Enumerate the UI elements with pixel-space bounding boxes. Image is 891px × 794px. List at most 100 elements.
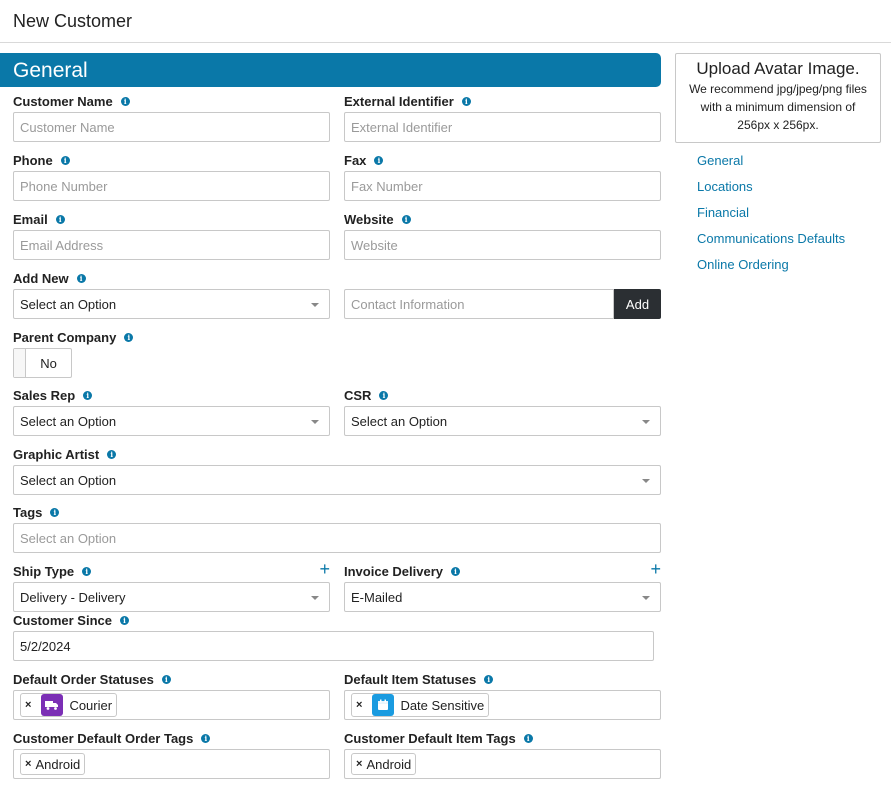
default-order-statuses-label: Default Order Statuses [13, 671, 154, 687]
upload-avatar-description: We recommend jpg/jpeg/png files with a m… [689, 82, 867, 132]
nav-link-locations[interactable]: Locations [697, 178, 845, 204]
tags-input[interactable]: Select an Option [13, 523, 661, 553]
default-order-statuses-field: Default Order Statuses i × Courier [13, 671, 330, 720]
upload-avatar-card[interactable]: Upload Avatar Image. We recommend jpg/jp… [675, 53, 881, 143]
customer-default-item-tags-label: Customer Default Item Tags [344, 730, 516, 746]
add-new-label: Add New [13, 270, 69, 286]
tags-label: Tags [13, 504, 43, 520]
nav-link-financial[interactable]: Financial [697, 204, 845, 230]
parent-company-toggle[interactable]: No [13, 348, 72, 378]
invoice-delivery-field: Invoice Delivery i + E-Mailed [344, 560, 661, 612]
customer-since-date-input[interactable]: 5/2/2024 [13, 631, 654, 661]
info-icon[interactable]: i [461, 96, 471, 106]
info-icon[interactable]: i [523, 733, 533, 743]
chevron-down-icon [642, 479, 650, 483]
chip-label: Courier [69, 697, 113, 713]
default-item-statuses-input[interactable]: × Date Sensitive [344, 690, 661, 720]
page-title: New Customer [13, 11, 133, 31]
ship-type-label: Ship Type [13, 563, 75, 579]
add-invoice-delivery-plus-icon[interactable]: + [650, 560, 661, 578]
graphic-artist-select[interactable]: Select an Option [13, 465, 661, 495]
add-new-field: Add New i Select an Option [13, 270, 330, 319]
add-contact-button[interactable]: Add [614, 289, 661, 319]
default-item-statuses-field: Default Item Statuses i × Date Sensitive [344, 671, 661, 720]
info-icon[interactable]: i [83, 390, 93, 400]
info-icon[interactable]: i [374, 155, 384, 165]
info-icon[interactable]: i [107, 449, 117, 459]
sales-rep-select[interactable]: Select an Option [13, 406, 330, 436]
fax-field: Fax i Fax Number [344, 152, 661, 201]
ship-type-select-value: Delivery - Delivery [20, 589, 126, 605]
graphic-artist-label: Graphic Artist [13, 446, 100, 462]
invoice-delivery-select-value: E-Mailed [351, 589, 403, 605]
csr-select[interactable]: Select an Option [344, 406, 661, 436]
info-icon[interactable]: i [120, 96, 130, 106]
info-icon[interactable]: i [76, 273, 86, 283]
ship-type-field: Ship Type i + Delivery - Delivery [13, 560, 330, 612]
info-icon[interactable]: i [451, 566, 460, 576]
email-label: Email [13, 211, 48, 227]
chevron-down-icon [642, 596, 650, 600]
nav-link-communications-defaults[interactable]: Communications Defaults [697, 230, 845, 256]
customer-name-field: Customer Name i Customer Name [13, 93, 330, 142]
graphic-artist-field: Graphic Artist i Select an Option [13, 446, 661, 495]
calendar-icon [372, 694, 395, 716]
info-icon[interactable]: i [119, 615, 129, 625]
ship-type-select[interactable]: Delivery - Delivery [13, 582, 330, 612]
email-input[interactable]: Email Address [13, 230, 330, 260]
chevron-down-icon [642, 420, 650, 424]
remove-chip-icon[interactable]: × [356, 758, 362, 770]
customer-default-order-tags-label: Customer Default Order Tags [13, 730, 194, 746]
invoice-delivery-select[interactable]: E-Mailed [344, 582, 661, 612]
sales-rep-field: Sales Rep i Select an Option [13, 387, 330, 436]
nav-link-general[interactable]: General [697, 152, 845, 178]
page-header: New Customer [0, 0, 891, 43]
info-icon[interactable]: i [55, 214, 65, 224]
remove-chip-icon[interactable]: × [25, 758, 31, 770]
tag-chip: × Android [351, 753, 417, 775]
phone-input[interactable]: Phone Number [13, 171, 330, 201]
parent-company-toggle-label: No [40, 355, 57, 371]
default-order-statuses-input[interactable]: × Courier [13, 690, 330, 720]
upload-avatar-title: Upload Avatar Image. [696, 59, 860, 78]
external-identifier-input[interactable]: External Identifier [344, 112, 661, 142]
add-ship-type-plus-icon[interactable]: + [319, 560, 330, 578]
info-icon[interactable]: i [401, 214, 411, 224]
customer-default-item-tags-input[interactable]: × Android [344, 749, 661, 779]
add-new-select[interactable]: Select an Option [13, 289, 330, 319]
phone-field: Phone i Phone Number [13, 152, 330, 201]
csr-label: CSR [344, 387, 372, 403]
parent-company-label: Parent Company [13, 329, 117, 345]
toggle-knob [14, 349, 26, 377]
info-icon[interactable]: i [161, 674, 171, 684]
status-chip-courier: × Courier [20, 693, 118, 717]
customer-default-order-tags-field: Customer Default Order Tags i × Android [13, 730, 330, 779]
fax-input[interactable]: Fax Number [344, 171, 661, 201]
customer-default-order-tags-input[interactable]: × Android [13, 749, 330, 779]
website-input[interactable]: Website [344, 230, 661, 260]
chevron-down-icon [311, 303, 319, 307]
graphic-artist-select-value: Select an Option [20, 472, 117, 488]
remove-chip-icon[interactable]: × [25, 699, 31, 711]
info-icon[interactable]: i [50, 507, 60, 517]
contact-information-input[interactable]: Contact Information [344, 289, 614, 319]
info-icon[interactable]: i [124, 332, 134, 342]
section-nav: General Locations Financial Communicatio… [697, 152, 845, 282]
section-title: General [13, 59, 88, 82]
info-icon[interactable]: i [82, 566, 92, 576]
website-field: Website i Website [344, 211, 661, 260]
chevron-down-icon [311, 596, 319, 600]
csr-select-value: Select an Option [351, 413, 448, 429]
add-new-select-value: Select an Option [20, 296, 117, 312]
nav-link-online-ordering[interactable]: Online Ordering [697, 256, 845, 282]
info-icon[interactable]: i [60, 155, 70, 165]
parent-company-field: Parent Company i No [13, 329, 330, 378]
section-header-general: General [0, 53, 661, 87]
remove-chip-icon[interactable]: × [356, 699, 362, 711]
invoice-delivery-label: Invoice Delivery [344, 563, 443, 579]
info-icon[interactable]: i [379, 390, 389, 400]
customer-name-input[interactable]: Customer Name [13, 112, 330, 142]
info-icon[interactable]: i [484, 674, 494, 684]
truck-icon [41, 694, 64, 716]
info-icon[interactable]: i [201, 733, 211, 743]
